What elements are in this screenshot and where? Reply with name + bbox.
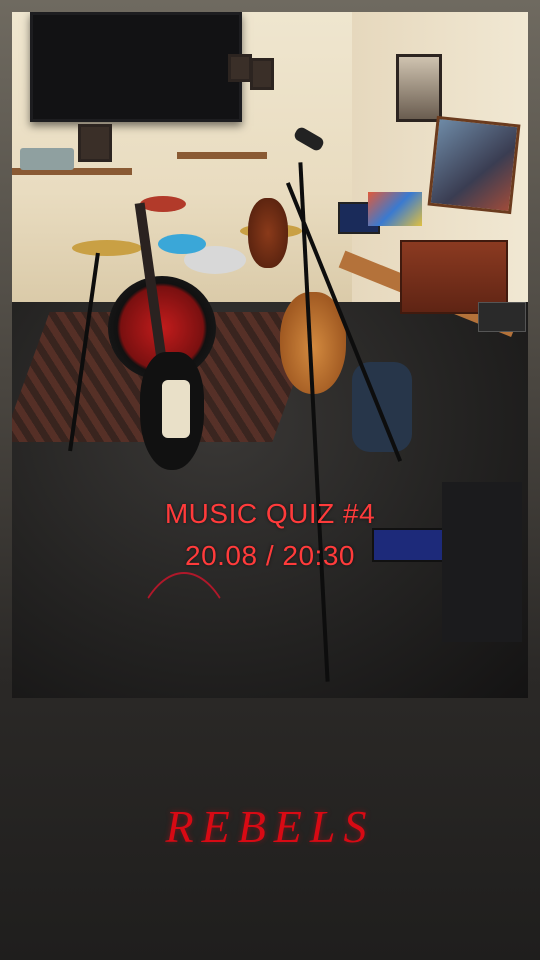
event-datetime: 20.08 / 20:30 bbox=[185, 540, 355, 571]
rehearsal-room-photo bbox=[12, 12, 528, 698]
picture-frame bbox=[228, 54, 252, 82]
event-title: MUSIC QUIZ #4 bbox=[164, 498, 376, 529]
art-print-frame bbox=[427, 115, 521, 215]
wall-tv bbox=[30, 12, 242, 122]
backpack bbox=[352, 362, 412, 452]
cello bbox=[248, 198, 288, 268]
picture-frame bbox=[78, 124, 112, 162]
colorful-poster bbox=[368, 192, 422, 226]
tom-drum bbox=[158, 234, 206, 254]
poster-background: MUSIC QUIZ #4 20.08 / 20:30 REBELS bbox=[0, 0, 540, 960]
poster-portrait-frame bbox=[396, 54, 442, 122]
bar-stool bbox=[140, 196, 186, 212]
bass-pickguard bbox=[162, 380, 190, 438]
cymbal bbox=[72, 240, 142, 256]
mixer bbox=[478, 302, 526, 332]
typewriter bbox=[20, 148, 74, 170]
picture-frame bbox=[250, 58, 274, 90]
brand-name: REBELS bbox=[165, 801, 375, 852]
wall-shelf bbox=[177, 152, 267, 159]
